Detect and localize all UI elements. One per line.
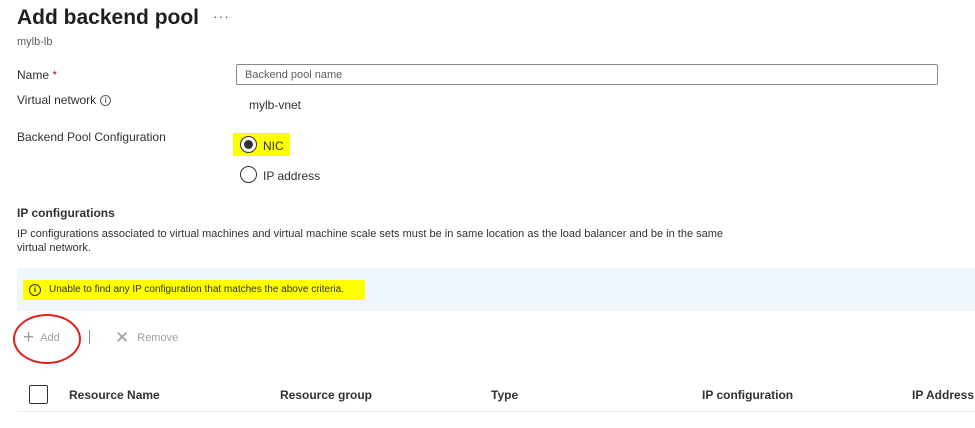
close-icon: ✕: [115, 328, 130, 347]
ip-configurations-description: IP configurations associated to virtual …: [17, 228, 724, 254]
backend-pool-name-input[interactable]: [236, 64, 938, 85]
toolbar-divider: [89, 330, 90, 344]
nic-radio-label[interactable]: NIC: [263, 139, 284, 153]
nic-radio[interactable]: [240, 136, 257, 153]
page-title: Add backend pool: [17, 6, 200, 29]
info-message-bar: i Unable to find any IP configuration th…: [17, 268, 975, 311]
remove-button[interactable]: ✕ Remove: [115, 328, 178, 348]
add-button[interactable]: + Add: [23, 328, 60, 348]
column-header-ip-address[interactable]: IP Address: [912, 388, 974, 402]
plus-icon: +: [23, 327, 35, 348]
ip-configurations-title: IP configurations: [17, 206, 115, 220]
remove-button-label: Remove: [137, 332, 179, 344]
name-label-text: Name: [17, 68, 50, 82]
ip-address-radio[interactable]: [240, 166, 257, 183]
info-icon[interactable]: i: [100, 95, 112, 107]
column-header-ip-configuration[interactable]: IP configuration: [702, 388, 793, 402]
virtual-network-label-text: Virtual network: [17, 93, 97, 107]
info-message-text: Unable to find any IP configuration that…: [49, 284, 344, 295]
column-header-type[interactable]: Type: [491, 388, 518, 402]
add-button-label: Add: [40, 332, 60, 344]
column-header-resource-group[interactable]: Resource group: [280, 388, 372, 402]
backend-pool-configuration-label: Backend Pool Configuration: [17, 130, 166, 144]
info-icon: i: [29, 284, 41, 296]
ip-address-radio-label[interactable]: IP address: [263, 169, 320, 183]
virtual-network-label: Virtual network i: [17, 93, 112, 107]
column-header-resource-name[interactable]: Resource Name: [69, 388, 160, 402]
select-all-checkbox[interactable]: [29, 385, 48, 404]
name-label: Name *: [17, 68, 57, 82]
more-options-icon[interactable]: ···: [213, 8, 230, 24]
required-marker: *: [52, 68, 58, 82]
ip-configurations-table-header: Resource Name Resource group Type IP con…: [17, 378, 975, 412]
virtual-network-value: mylb-vnet: [249, 98, 302, 112]
page-subtitle: mylb-lb: [17, 36, 53, 48]
